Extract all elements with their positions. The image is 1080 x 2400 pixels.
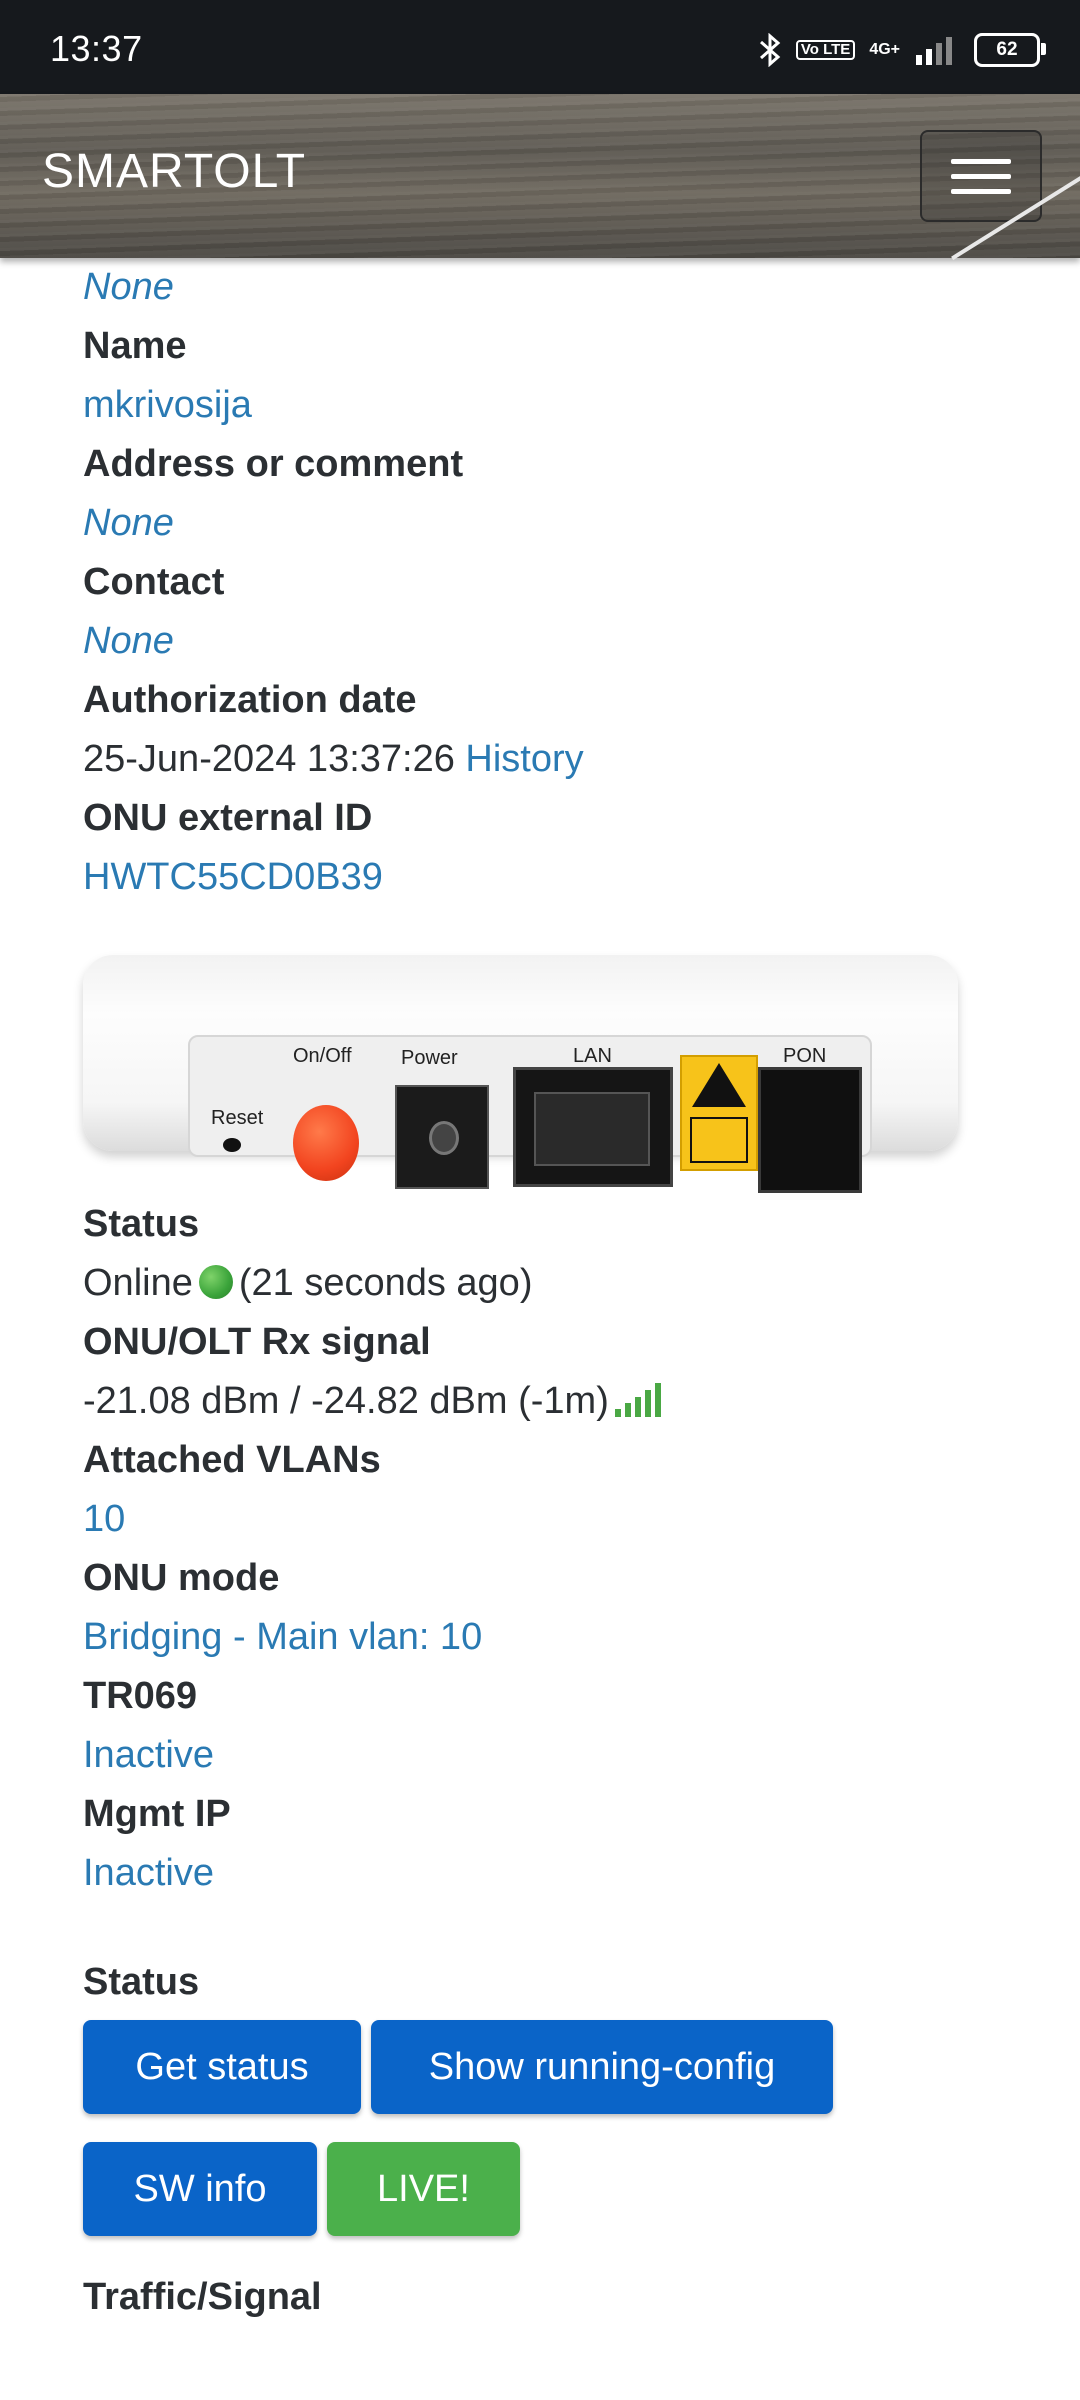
pon-port-graphic: [758, 1067, 862, 1193]
authorization-date-label: Authorization date: [83, 679, 417, 721]
reset-hole: [223, 1138, 241, 1152]
sw-info-button[interactable]: SW info: [83, 2142, 317, 2236]
address-value-link[interactable]: None: [83, 494, 1003, 553]
signal-strength-icon: [614, 1383, 661, 1417]
address-label: Address or comment: [83, 443, 464, 485]
lan-port-graphic: [513, 1067, 673, 1187]
rx-signal-row: -21.08 dBm / -24.82 dBm (-1m): [83, 1372, 1003, 1431]
hamburger-icon: [951, 158, 1011, 164]
history-link[interactable]: History: [465, 738, 583, 780]
signal-bars-icon: [914, 35, 960, 65]
traffic-signal-title: Traffic/Signal: [83, 2276, 322, 2318]
hamburger-icon-bar: [951, 188, 1011, 194]
globe-icon: [198, 1265, 233, 1299]
onu-mode-label: ONU mode: [83, 1557, 280, 1599]
onu-details: None Name mkrivosija Address or comment …: [83, 258, 1003, 2319]
reset-port-label: Reset: [211, 1107, 264, 1129]
external-id-value-link[interactable]: HWTC55CD0B39: [83, 848, 1003, 907]
status-label: Status: [83, 1203, 200, 1245]
onoff-button-graphic: [293, 1105, 359, 1181]
authorization-date-row: 25-Jun-2024 13:37:26 History: [83, 730, 1003, 789]
vlans-value-link[interactable]: 10: [83, 1490, 1003, 1549]
onu-mode-value-link[interactable]: Bridging - Main vlan: 10: [83, 1608, 1003, 1667]
volte-icon: Vo LTE: [795, 40, 856, 60]
4g-icon: 4G+: [869, 41, 900, 58]
status-value: Online: [83, 1262, 193, 1304]
contact-value-link[interactable]: None: [83, 612, 1003, 671]
pon-label: PON: [783, 1045, 827, 1067]
onoff-label: On/Off: [293, 1045, 352, 1067]
previous-field-value: None: [83, 266, 174, 308]
vlans-label: Attached VLANs: [83, 1439, 381, 1481]
battery-icon: 62: [974, 33, 1046, 67]
live-button[interactable]: LIVE!: [327, 2142, 520, 2236]
authorization-date-value: 25-Jun-2024 13:37:26: [83, 738, 455, 780]
status-actions-title: Status: [83, 1961, 200, 2003]
power-label: Power: [401, 1047, 458, 1069]
hamburger-icon-bar: [951, 173, 1011, 179]
power-port-graphic: [395, 1085, 489, 1189]
brand-logo[interactable]: SMARTOLT: [42, 144, 306, 199]
status-actions-row-2: SW info LIVE!: [83, 2142, 1003, 2236]
rx-signal-label: ONU/OLT Rx signal: [83, 1321, 431, 1363]
show-running-config-button[interactable]: Show running-config: [371, 2020, 833, 2114]
laser-warning-icon: [680, 1055, 758, 1171]
rx-signal-value: -21.08 dBm / -24.82 dBm (-1m): [83, 1380, 609, 1422]
external-id-label: ONU external ID: [83, 797, 373, 839]
mgmt-ip-value-link[interactable]: Inactive: [83, 1844, 1003, 1903]
top-navbar: SMARTOLT: [0, 94, 1080, 261]
system-status-bar: 13:37 Vo LTE 4G+ 62: [0, 0, 1080, 94]
tr069-label: TR069: [83, 1675, 198, 1717]
status-time: (21 seconds ago): [238, 1262, 533, 1304]
lan-label: LAN: [573, 1045, 612, 1067]
contact-label: Contact: [83, 561, 225, 603]
clock: 13:37: [50, 28, 143, 69]
bluetooth-icon: [758, 33, 782, 67]
hamburger-menu-button[interactable]: [920, 130, 1042, 222]
onu-device-image: Reset On/Off Power LAN PON: [83, 955, 958, 1193]
mgmt-ip-label: Mgmt IP: [83, 1793, 231, 1835]
status-actions-row-1: Get status Show running-config: [83, 2020, 1003, 2114]
get-status-button[interactable]: Get status: [83, 2020, 361, 2114]
tr069-value-link[interactable]: Inactive: [83, 1726, 1003, 1785]
name-label: Name: [83, 325, 187, 367]
status-row: Online (21 seconds ago): [83, 1254, 1003, 1313]
status-icons: Vo LTE 4G+ 62: [758, 30, 1046, 70]
name-value-link[interactable]: mkrivosija: [83, 376, 1003, 435]
